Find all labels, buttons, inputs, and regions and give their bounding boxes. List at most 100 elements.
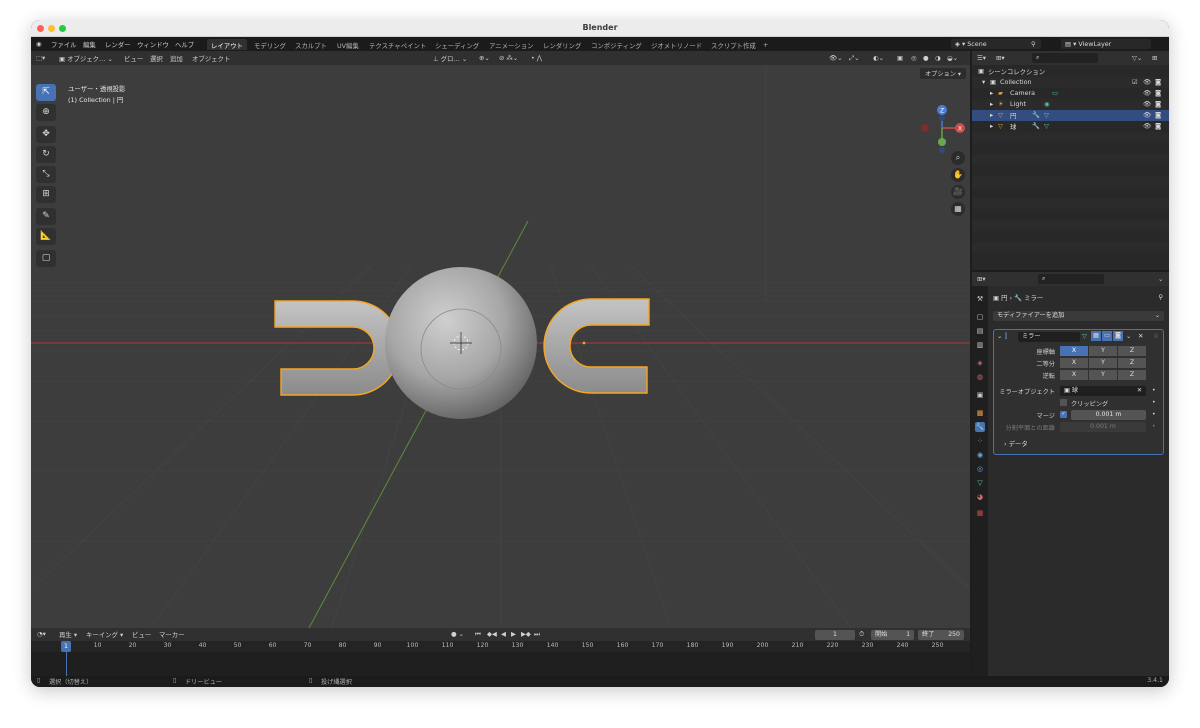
menu-marker[interactable]: マーカー	[159, 630, 185, 639]
scene-selector[interactable]: ◈ ▾ Scene	[951, 39, 1041, 49]
properties-search-input[interactable]: ⌕	[1038, 274, 1104, 284]
new-collection-icon[interactable]: ⊞	[1152, 54, 1157, 62]
editor-type-icon[interactable]: ⬚▾	[36, 54, 45, 62]
keyframe-dot-icon[interactable]: •	[1152, 399, 1156, 406]
menu-playback[interactable]: 再生 ▾	[59, 630, 77, 639]
scene-tab-icon[interactable]: ◈	[975, 358, 985, 368]
ortho-toggle-icon[interactable]: ▦	[951, 202, 965, 216]
data-tab-icon[interactable]: ▽	[975, 478, 985, 488]
drag-handle-icon[interactable]: ⁞⁞	[1154, 332, 1158, 340]
menu-view[interactable]: ビュー	[124, 54, 143, 63]
outliner-row-circle[interactable]: ▸ ▽ 円 🔧 ▽ 👁 ◙	[972, 110, 1169, 121]
merge-checkbox[interactable]: ✓	[1060, 411, 1067, 418]
expand-arrow-icon[interactable]: ▾	[982, 78, 985, 86]
light-data-icon[interactable]: ◉	[1044, 100, 1050, 108]
add-workspace-button[interactable]: +	[759, 39, 772, 50]
tab-sculpt[interactable]: スカルプト	[291, 39, 331, 50]
3d-viewport[interactable]: Z X ⬚▾ ▣ オブジェク… ⌄ ビュー 選択 追加 オブジェクト ⊥ グロ……	[31, 51, 970, 628]
view-layer-selector[interactable]: ▤ ▾ ViewLayer	[1061, 39, 1151, 49]
collection-tab-icon[interactable]: ▣	[975, 390, 985, 400]
bisect-distance-field[interactable]: 0.001 m	[1060, 422, 1146, 432]
gizmo-y-axis[interactable]	[938, 138, 946, 146]
flip-x-toggle[interactable]: X	[1060, 370, 1088, 380]
tool-tab-icon[interactable]: ⚒	[975, 294, 985, 304]
gizmo-neg-y[interactable]	[939, 115, 945, 121]
outliner-search-input[interactable]: ⌕	[1032, 53, 1098, 63]
playhead[interactable]: 1	[61, 641, 71, 652]
mode-selector[interactable]: ▣ オブジェク… ⌄	[59, 54, 113, 63]
menu-file[interactable]: ファイル	[51, 40, 77, 49]
display-mode-icon[interactable]: ⊞▾	[996, 54, 1005, 62]
chevron-down-icon[interactable]: ⌄	[1158, 275, 1163, 283]
expand-arrow-icon[interactable]: ▸	[990, 89, 993, 97]
timeline-track-area[interactable]	[31, 652, 970, 676]
physics-tab-icon[interactable]: ◉	[975, 450, 985, 460]
cage-toggle-icon[interactable]: ▦	[1091, 331, 1101, 341]
flip-z-toggle[interactable]: Z	[1118, 370, 1146, 380]
gizmo-toggle-icon[interactable]: ⤢⌄	[849, 54, 859, 63]
mirror-u-left[interactable]	[274, 300, 401, 396]
current-frame-field[interactable]: 1	[815, 630, 855, 640]
menu-select[interactable]: 選択	[150, 54, 163, 63]
modifier-menu-icon[interactable]: ⌄	[1126, 332, 1131, 340]
tab-uv-edit[interactable]: UV編集	[333, 39, 363, 50]
tab-compositing[interactable]: コンポジティング	[587, 39, 646, 50]
delete-modifier-icon[interactable]: ✕	[1138, 332, 1143, 340]
overlay-toggle-icon[interactable]: ◐⌄	[873, 54, 884, 62]
filter-icon[interactable]: ▽⌄	[1132, 54, 1142, 62]
world-tab-icon[interactable]: ◍	[975, 372, 985, 382]
clipping-checkbox[interactable]	[1060, 399, 1067, 406]
modifier-name-field[interactable]: ミラー	[1018, 332, 1080, 342]
tab-scripting[interactable]: スクリプト作成	[707, 39, 760, 50]
annotate-tool-icon[interactable]: ✎	[36, 208, 56, 225]
outliner-editor-type-icon[interactable]: ☰▾	[977, 54, 986, 62]
keyframe-dot-icon[interactable]: •	[1152, 387, 1156, 394]
eye-icon[interactable]: 👁	[1143, 122, 1151, 130]
checkbox-icon[interactable]: ☑	[1132, 78, 1138, 86]
properties-editor[interactable]: ⊞▾ ⌕ ⌄ ⚒ ▢ ▤ ▥ ◈ ◍ ▣ ▩ 🔧 ⁘ ◉ ◎ ▽ ◕ ▦ ▣ 円…	[972, 272, 1169, 676]
play-reverse-icon[interactable]: ◀	[501, 630, 506, 638]
menu-window[interactable]: ウィンドウ	[137, 40, 169, 49]
material-tab-icon[interactable]: ◕	[975, 492, 985, 502]
cursor-tool-icon[interactable]: ⊕	[36, 104, 56, 121]
timeline-editor[interactable]: ◔▾ 再生 ▾ キーイング ▾ ビュー マーカー ● ⌄ ⏮ ◆◀ ◀ ▶ ▶◆…	[31, 628, 970, 676]
expand-arrow-icon[interactable]: ▸	[990, 111, 993, 119]
eye-icon[interactable]: 👁	[1143, 78, 1151, 86]
texture-tab-icon[interactable]: ▦	[975, 508, 985, 518]
snap-icon[interactable]: ⊘ ⁂⌄	[499, 54, 518, 62]
menu-object[interactable]: オブジェクト	[192, 54, 230, 63]
clear-field-icon[interactable]: ✕	[1137, 386, 1142, 396]
axis-z-toggle[interactable]: Z	[1118, 346, 1146, 356]
render-camera-icon[interactable]: ◙	[1155, 89, 1161, 97]
axis-y-toggle[interactable]: Y	[1089, 346, 1117, 356]
constraints-tab-icon[interactable]: ◎	[975, 464, 985, 474]
expand-arrow-icon[interactable]: ▸	[990, 122, 993, 130]
menu-timeline-view[interactable]: ビュー	[132, 630, 151, 639]
edit-mode-toggle-icon[interactable]: ▽	[1082, 332, 1087, 340]
render-camera-icon[interactable]: ◙	[1155, 111, 1161, 119]
pin-icon[interactable]: ⚲	[1158, 293, 1163, 301]
panel-collapse-icon[interactable]: ⌄	[997, 332, 1002, 340]
wireframe-shading-icon[interactable]: ◎	[911, 54, 917, 62]
timeline-ruler[interactable]: 10 20 30 40 50 60 70 80 90 100 110 120 130 140 150 160 1…	[31, 641, 970, 652]
pin-icon[interactable]: ⚲	[1031, 40, 1036, 48]
particles-tab-icon[interactable]: ⁘	[975, 436, 985, 446]
render-camera-icon[interactable]: ◙	[1155, 122, 1161, 130]
modifier-wrench-icon[interactable]: 🔧	[1032, 122, 1040, 130]
expand-arrow-icon[interactable]: ▸	[990, 100, 993, 108]
modifier-wrench-icon[interactable]: 🔧	[1032, 111, 1040, 119]
eye-icon[interactable]: 👁	[1143, 111, 1151, 119]
flip-y-toggle[interactable]: Y	[1089, 370, 1117, 380]
jump-end-icon[interactable]: ⏭	[534, 630, 540, 639]
tab-rendering[interactable]: レンダリング	[539, 39, 585, 50]
data-subpanel-toggle[interactable]: › データ	[1004, 439, 1028, 448]
viewport-toggle-icon[interactable]: ▭	[1102, 331, 1112, 341]
record-icon[interactable]: ● ⌄	[451, 630, 464, 638]
prev-keyframe-icon[interactable]: ◆◀	[487, 630, 497, 638]
pan-hand-icon[interactable]: ✋	[951, 168, 965, 182]
scale-tool-icon[interactable]: ⤡	[36, 166, 56, 183]
timeline-editor-type-icon[interactable]: ◔▾	[37, 630, 46, 638]
tab-geometry-nodes[interactable]: ジオメトリノード	[647, 39, 706, 50]
tab-shading[interactable]: シェーディング	[431, 39, 483, 50]
menu-edit[interactable]: 編集	[83, 40, 96, 49]
